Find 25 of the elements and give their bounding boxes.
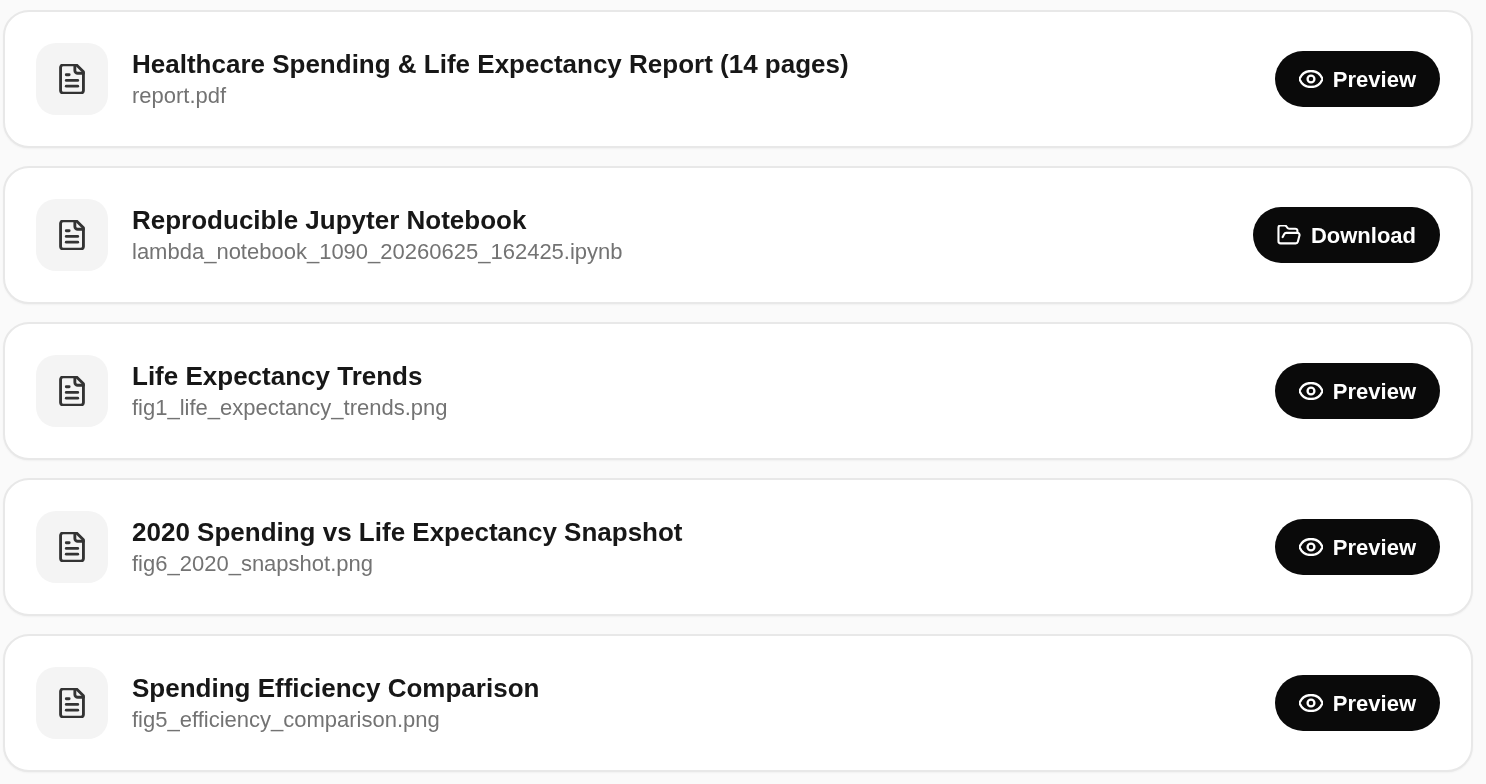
document-icon xyxy=(59,64,85,94)
eye-icon xyxy=(1298,694,1323,712)
file-name: lambda_notebook_1090_20260625_162425.ipynb xyxy=(132,238,624,266)
file-name: fig1_life_expectancy_trends.png xyxy=(132,394,449,422)
file-title: Reproducible Jupyter Notebook xyxy=(132,204,528,237)
file-title: Life Expectancy Trends xyxy=(132,360,424,393)
eye-icon xyxy=(1298,382,1323,400)
file-title: 2020 Spending vs Life Expectancy Snapshot xyxy=(132,516,684,549)
document-icon xyxy=(59,376,85,406)
file-name: report.pdf xyxy=(132,82,228,110)
file-title: Spending Efficiency Comparison xyxy=(132,672,541,705)
preview-button[interactable]: Preview xyxy=(1274,675,1440,731)
document-icon xyxy=(59,688,85,718)
eye-icon xyxy=(1298,538,1323,556)
download-button[interactable]: Download xyxy=(1252,207,1440,263)
document-icon xyxy=(59,532,85,562)
preview-button[interactable]: Preview xyxy=(1274,519,1440,575)
file-name: fig6_2020_snapshot.png xyxy=(132,550,374,578)
folder-icon xyxy=(1276,225,1301,245)
eye-icon xyxy=(1298,70,1323,88)
file-title: Healthcare Spending & Life Expectancy Report (14 pages) xyxy=(132,48,850,81)
preview-button[interactable]: Preview xyxy=(1274,363,1440,419)
file-name: fig5_efficiency_comparison.png xyxy=(132,706,441,734)
document-icon xyxy=(59,220,85,250)
preview-button[interactable]: Preview xyxy=(1274,51,1440,107)
